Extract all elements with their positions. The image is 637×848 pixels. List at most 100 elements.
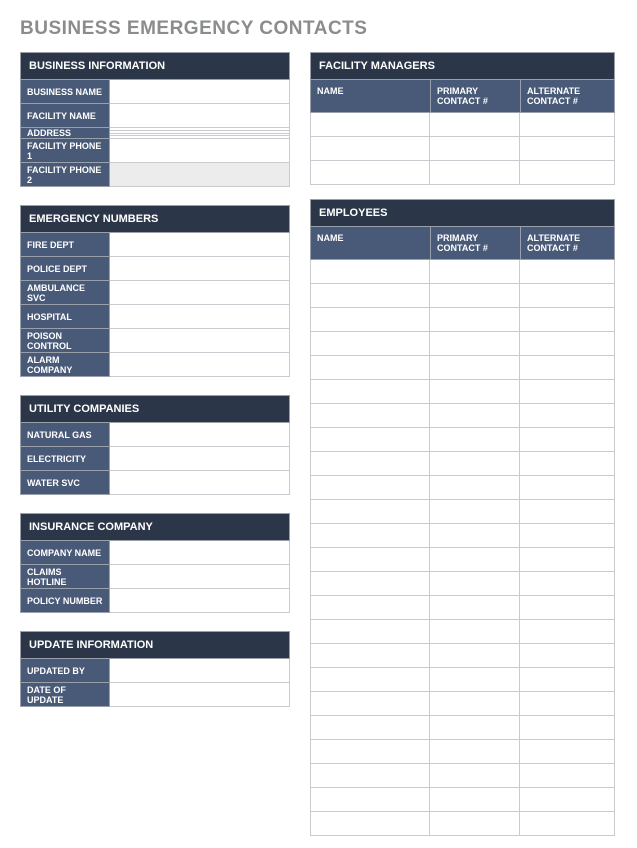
cell-name[interactable]	[310, 716, 430, 740]
input-business-name[interactable]	[110, 80, 290, 104]
cell-alternate-contact[interactable]	[520, 668, 615, 692]
cell-alternate-contact[interactable]	[520, 356, 615, 380]
input-ambulance-svc[interactable]	[110, 281, 290, 305]
cell-alternate-contact[interactable]	[520, 812, 615, 836]
cell-name[interactable]	[310, 572, 430, 596]
cell-name[interactable]	[310, 284, 430, 308]
cell-alternate-contact[interactable]	[520, 788, 615, 812]
input-poison-control[interactable]	[110, 329, 290, 353]
cell-primary-contact[interactable]	[430, 692, 520, 716]
cell-alternate-contact[interactable]	[520, 332, 615, 356]
cell-primary-contact[interactable]	[430, 740, 520, 764]
cell-name[interactable]	[310, 308, 430, 332]
cell-alternate-contact[interactable]	[520, 596, 615, 620]
cell-alternate-contact[interactable]	[520, 500, 615, 524]
input-fire-dept[interactable]	[110, 233, 290, 257]
cell-primary-contact[interactable]	[430, 668, 520, 692]
input-electricity[interactable]	[110, 447, 290, 471]
cell-name[interactable]	[310, 740, 430, 764]
cell-name[interactable]	[310, 644, 430, 668]
cell-alternate-contact[interactable]	[520, 740, 615, 764]
cell-primary-contact[interactable]	[430, 500, 520, 524]
cell-primary-contact[interactable]	[430, 284, 520, 308]
cell-name[interactable]	[310, 668, 430, 692]
cell-primary-contact[interactable]	[430, 596, 520, 620]
cell-name[interactable]	[310, 113, 430, 137]
input-policy-number[interactable]	[110, 589, 290, 613]
cell-alternate-contact[interactable]	[520, 476, 615, 500]
cell-name[interactable]	[310, 620, 430, 644]
cell-alternate-contact[interactable]	[520, 524, 615, 548]
cell-alternate-contact[interactable]	[520, 404, 615, 428]
input-hospital[interactable]	[110, 305, 290, 329]
input-facility-phone-1[interactable]	[110, 139, 290, 163]
cell-name[interactable]	[310, 500, 430, 524]
cell-primary-contact[interactable]	[430, 788, 520, 812]
cell-name[interactable]	[310, 137, 430, 161]
cell-alternate-contact[interactable]	[520, 644, 615, 668]
cell-primary-contact[interactable]	[430, 764, 520, 788]
cell-alternate-contact[interactable]	[520, 113, 615, 137]
cell-name[interactable]	[310, 524, 430, 548]
cell-name[interactable]	[310, 260, 430, 284]
cell-primary-contact[interactable]	[430, 548, 520, 572]
input-facility-name[interactable]	[110, 104, 290, 128]
cell-alternate-contact[interactable]	[520, 380, 615, 404]
cell-primary-contact[interactable]	[430, 428, 520, 452]
cell-alternate-contact[interactable]	[520, 764, 615, 788]
cell-name[interactable]	[310, 548, 430, 572]
cell-alternate-contact[interactable]	[520, 548, 615, 572]
cell-alternate-contact[interactable]	[520, 572, 615, 596]
cell-name[interactable]	[310, 692, 430, 716]
col-alternate-contact: ALTERNATE CONTACT #	[521, 227, 614, 259]
cell-primary-contact[interactable]	[430, 644, 520, 668]
cell-primary-contact[interactable]	[430, 380, 520, 404]
cell-primary-contact[interactable]	[430, 332, 520, 356]
cell-alternate-contact[interactable]	[520, 308, 615, 332]
input-natural-gas[interactable]	[110, 423, 290, 447]
cell-name[interactable]	[310, 476, 430, 500]
cell-primary-contact[interactable]	[430, 404, 520, 428]
cell-primary-contact[interactable]	[430, 476, 520, 500]
cell-alternate-contact[interactable]	[520, 428, 615, 452]
cell-alternate-contact[interactable]	[520, 161, 615, 185]
cell-primary-contact[interactable]	[430, 260, 520, 284]
cell-primary-contact[interactable]	[430, 452, 520, 476]
input-water-svc[interactable]	[110, 471, 290, 495]
input-date-of-update[interactable]	[110, 683, 290, 707]
cell-name[interactable]	[310, 332, 430, 356]
cell-alternate-contact[interactable]	[520, 284, 615, 308]
cell-name[interactable]	[310, 452, 430, 476]
cell-primary-contact[interactable]	[430, 572, 520, 596]
cell-name[interactable]	[310, 356, 430, 380]
cell-alternate-contact[interactable]	[520, 620, 615, 644]
cell-name[interactable]	[310, 404, 430, 428]
cell-primary-contact[interactable]	[430, 716, 520, 740]
cell-primary-contact[interactable]	[430, 113, 520, 137]
cell-primary-contact[interactable]	[430, 161, 520, 185]
cell-alternate-contact[interactable]	[520, 137, 615, 161]
cell-alternate-contact[interactable]	[520, 260, 615, 284]
cell-primary-contact[interactable]	[430, 308, 520, 332]
input-company-name[interactable]	[110, 541, 290, 565]
cell-primary-contact[interactable]	[430, 620, 520, 644]
input-alarm-company[interactable]	[110, 353, 290, 377]
cell-name[interactable]	[310, 380, 430, 404]
cell-name[interactable]	[310, 788, 430, 812]
cell-alternate-contact[interactable]	[520, 692, 615, 716]
cell-name[interactable]	[310, 161, 430, 185]
cell-alternate-contact[interactable]	[520, 452, 615, 476]
cell-name[interactable]	[310, 596, 430, 620]
input-updated-by[interactable]	[110, 659, 290, 683]
input-claims-hotline[interactable]	[110, 565, 290, 589]
cell-primary-contact[interactable]	[430, 812, 520, 836]
input-facility-phone-2[interactable]	[110, 163, 290, 187]
cell-name[interactable]	[310, 764, 430, 788]
cell-primary-contact[interactable]	[430, 137, 520, 161]
cell-name[interactable]	[310, 428, 430, 452]
cell-primary-contact[interactable]	[430, 524, 520, 548]
cell-alternate-contact[interactable]	[520, 716, 615, 740]
cell-name[interactable]	[310, 812, 430, 836]
cell-primary-contact[interactable]	[430, 356, 520, 380]
input-police-dept[interactable]	[110, 257, 290, 281]
